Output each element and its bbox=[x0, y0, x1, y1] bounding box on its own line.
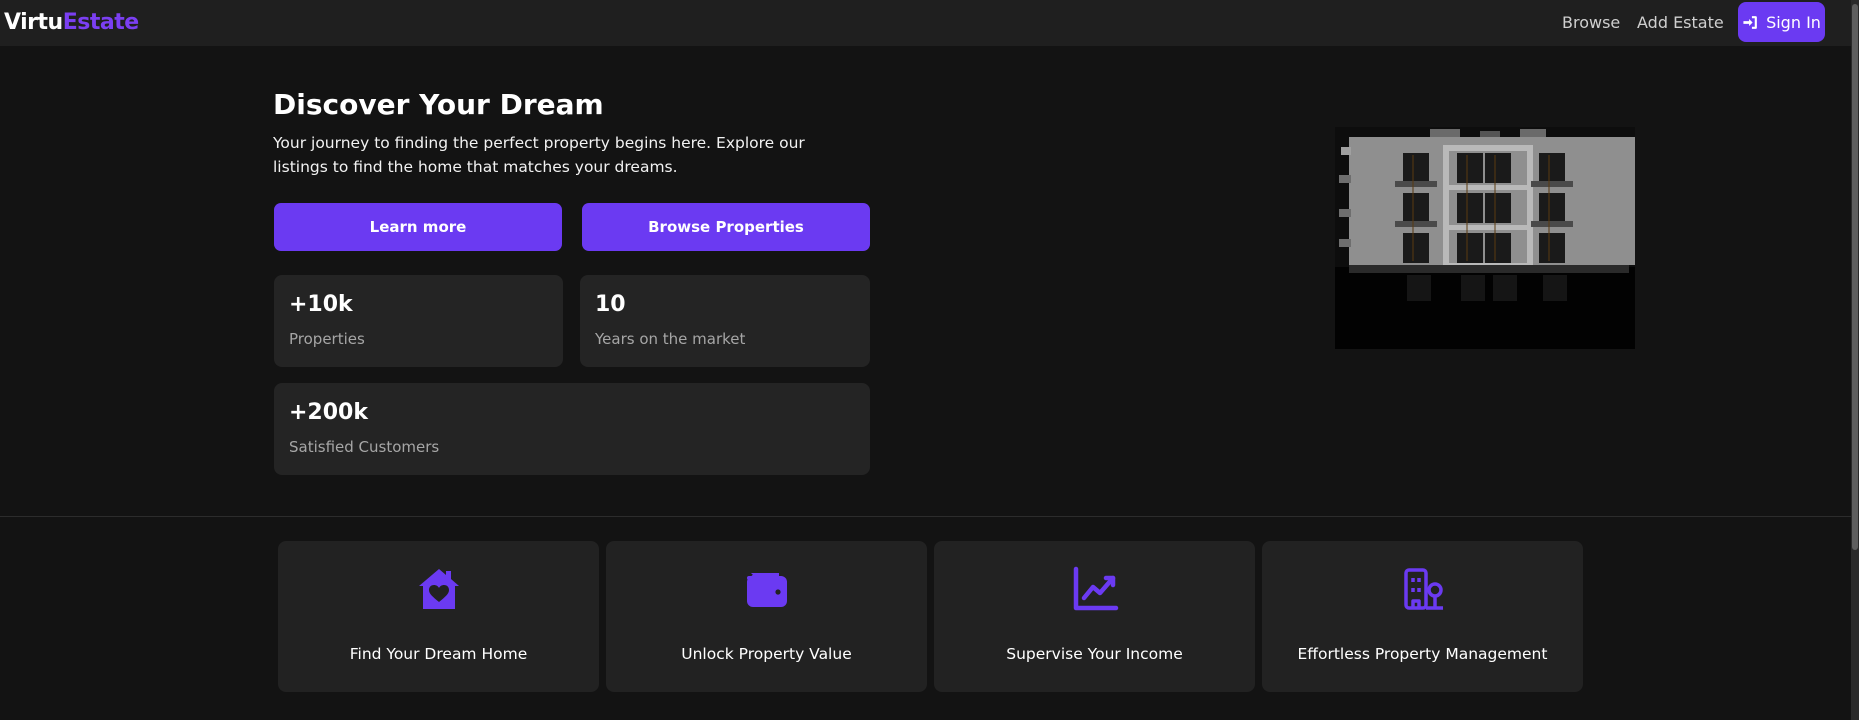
logo[interactable]: VirtuEstate bbox=[4, 10, 139, 35]
sign-in-label: Sign In bbox=[1766, 12, 1821, 32]
feature-label: Supervise Your Income bbox=[1006, 645, 1183, 663]
stat-card-years: 10 Years on the market bbox=[580, 275, 870, 367]
stat-card-properties: +10k Properties bbox=[274, 275, 563, 367]
browse-properties-button[interactable]: Browse Properties bbox=[582, 203, 870, 251]
page-title: Discover Your Dream bbox=[273, 88, 604, 121]
feature-card-income[interactable]: Supervise Your Income bbox=[934, 541, 1255, 692]
feature-card-property-value[interactable]: Unlock Property Value bbox=[606, 541, 927, 692]
feature-card-management[interactable]: Effortless Property Management bbox=[1262, 541, 1583, 692]
sign-in-button[interactable]: Sign In bbox=[1738, 2, 1825, 42]
stat-card-customers: +200k Satisfied Customers bbox=[274, 383, 870, 475]
scrollbar[interactable] bbox=[1851, 0, 1859, 720]
stat-label: Years on the market bbox=[595, 330, 746, 348]
stat-value: 10 bbox=[595, 292, 626, 317]
nav-link-browse[interactable]: Browse bbox=[1562, 13, 1620, 32]
feature-label: Find Your Dream Home bbox=[349, 645, 528, 663]
chart-line-icon bbox=[1073, 566, 1118, 611]
house-heart-icon bbox=[418, 569, 459, 609]
stat-label: Satisfied Customers bbox=[289, 438, 440, 456]
sign-in-icon bbox=[1743, 15, 1757, 29]
logo-virtu: Virtu bbox=[4, 10, 63, 35]
hero-description: Your journey to finding the perfect prop… bbox=[273, 134, 805, 176]
scrollbar-thumb[interactable] bbox=[1852, 4, 1858, 550]
building-image bbox=[1335, 127, 1635, 349]
logo-estate: Estate bbox=[62, 10, 139, 35]
feature-label: Effortless Property Management bbox=[1297, 645, 1548, 663]
stat-value: +10k bbox=[289, 292, 353, 317]
section-divider bbox=[0, 516, 1851, 517]
stat-value: +200k bbox=[289, 400, 368, 425]
feature-card-dream-home[interactable]: Find Your Dream Home bbox=[278, 541, 599, 692]
nav-link-add-estate[interactable]: Add Estate bbox=[1637, 13, 1724, 32]
building-icon bbox=[1403, 568, 1443, 610]
wallet-icon bbox=[746, 573, 787, 607]
learn-more-button[interactable]: Learn more bbox=[274, 203, 562, 251]
feature-label: Unlock Property Value bbox=[681, 645, 852, 663]
stat-label: Properties bbox=[289, 330, 365, 348]
navbar: VirtuEstate Browse Add Estate Sign In bbox=[0, 0, 1851, 46]
